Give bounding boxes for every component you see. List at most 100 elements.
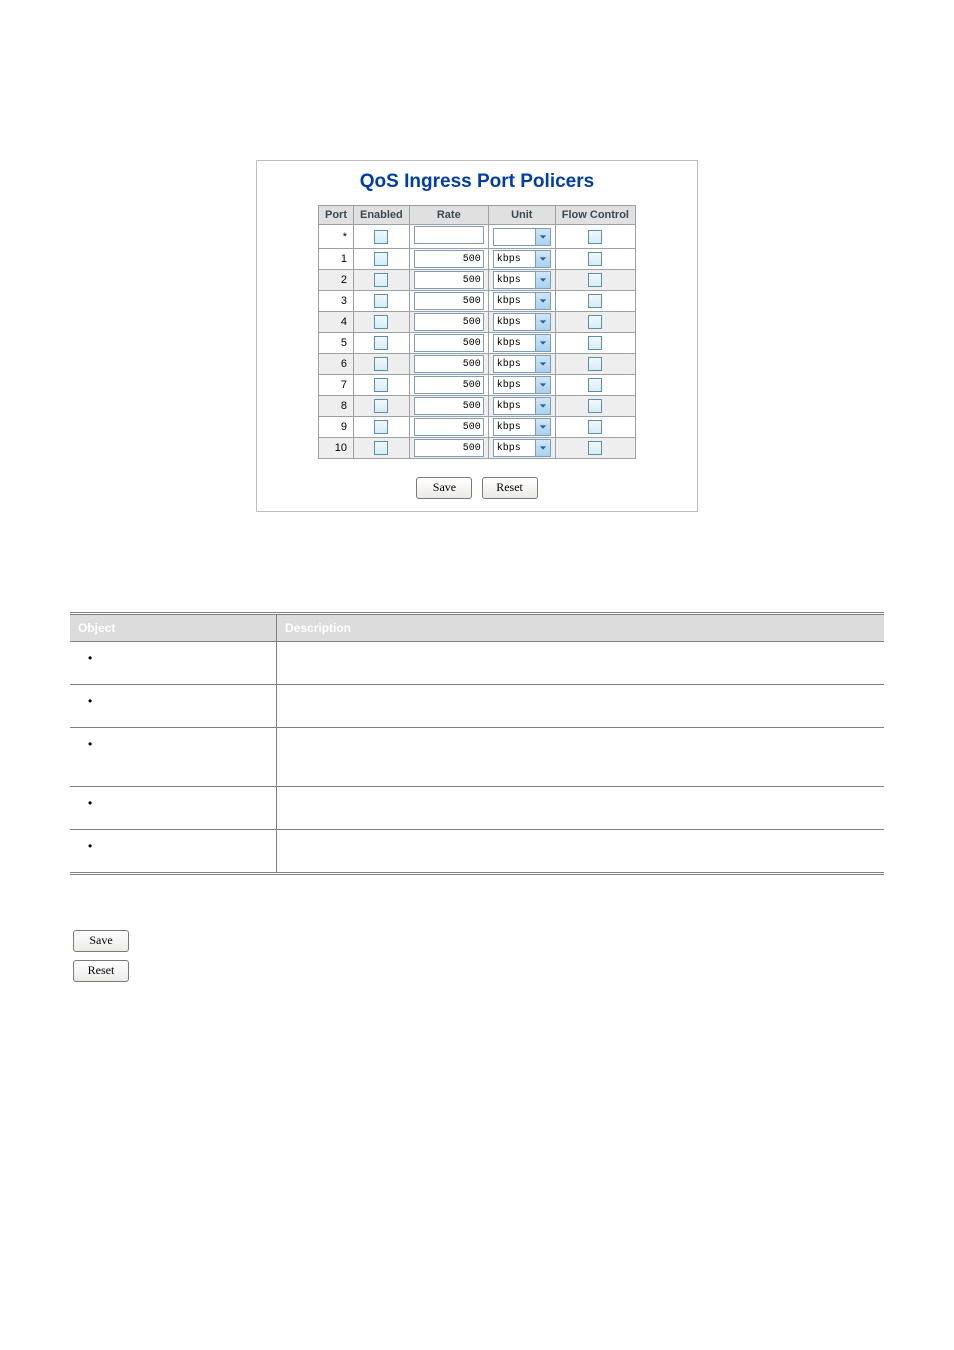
panel-reset-button[interactable]: Reset [482, 477, 538, 499]
enabled-cell [353, 333, 409, 354]
table-row: 8500kbps [318, 396, 635, 417]
port-cell: 7 [318, 375, 353, 396]
figure-label-strong: Figure 4-9-4 [339, 530, 401, 542]
desc-object: Enabled [70, 684, 277, 727]
flowcontrol-checkbox[interactable] [588, 294, 602, 308]
page-number: 153 [864, 1320, 882, 1332]
desc-object: Unit [70, 786, 277, 829]
enabled-checkbox[interactable] [374, 252, 388, 266]
flowcontrol-checkbox[interactable] [588, 420, 602, 434]
enabled-checkbox[interactable] [374, 230, 388, 244]
unit-select[interactable]: kbps [493, 439, 551, 457]
flowcontrol-checkbox[interactable] [588, 441, 602, 455]
enabled-checkbox[interactable] [374, 399, 388, 413]
unit-cell: kbps [488, 312, 555, 333]
desc-object: Rate [70, 727, 277, 786]
unit-cell: kbps [488, 354, 555, 375]
flowcontrol-cell [555, 396, 635, 417]
panel-title: QoS Ingress Port Policers [257, 161, 697, 205]
flowcontrol-checkbox[interactable] [588, 399, 602, 413]
port-cell: 5 [318, 333, 353, 354]
chevron-down-icon [535, 314, 550, 330]
flowcontrol-cell [555, 375, 635, 396]
rate-input[interactable] [414, 226, 484, 244]
rate-input[interactable]: 500 [414, 250, 484, 268]
flowcontrol-checkbox[interactable] [588, 336, 602, 350]
flowcontrol-checkbox[interactable] [588, 273, 602, 287]
desc-row: UnitControls the unit of measure for the… [70, 786, 884, 829]
enabled-checkbox[interactable] [374, 336, 388, 350]
flowcontrol-cell [555, 438, 635, 459]
chevron-down-icon [535, 293, 550, 309]
col-port: Port [318, 206, 353, 225]
desc-row: EnabledControls whether the policer is e… [70, 684, 884, 727]
rate-input[interactable]: 500 [414, 334, 484, 352]
unit-select[interactable]: kbps [493, 271, 551, 289]
chevron-down-icon [535, 398, 550, 414]
table-row: 3500kbps [318, 291, 635, 312]
desc-text: Controls the rate for the policer. The d… [277, 727, 885, 786]
rate-input[interactable]: 500 [414, 355, 484, 373]
flowcontrol-cell [555, 354, 635, 375]
rate-cell: 500 [409, 333, 488, 354]
rate-cell: 500 [409, 438, 488, 459]
rate-input[interactable]: 500 [414, 271, 484, 289]
rate-cell: 500 [409, 396, 488, 417]
enabled-cell [353, 396, 409, 417]
reset-button-line: Reset : Click to undo any changes made l… [70, 960, 884, 982]
unit-select[interactable]: kbps [493, 334, 551, 352]
col-enabled: Enabled [353, 206, 409, 225]
port-cell: 4 [318, 312, 353, 333]
rate-input[interactable]: 500 [414, 313, 484, 331]
col-flowctrl: Flow Control [555, 206, 635, 225]
enabled-checkbox[interactable] [374, 273, 388, 287]
chevron-down-icon [535, 377, 550, 393]
unit-select[interactable]: kbps [493, 376, 551, 394]
flowcontrol-checkbox[interactable] [588, 357, 602, 371]
desc-row: RateControls the rate for the policer. T… [70, 727, 884, 786]
port-cell: 6 [318, 354, 353, 375]
rate-input[interactable]: 500 [414, 439, 484, 457]
panel-save-button[interactable]: Save [416, 477, 472, 499]
table-row: 7 500 kbps [318, 375, 635, 396]
chevron-down-icon [535, 229, 550, 245]
desc-head-object: Object [70, 614, 277, 642]
enabled-checkbox[interactable] [374, 378, 388, 392]
policers-table: Port Enabled Rate Unit Flow Control *150… [318, 205, 636, 459]
rate-cell: 500 [409, 291, 488, 312]
reset-button[interactable]: Reset [73, 960, 129, 982]
save-button[interactable]: Save [73, 930, 129, 952]
flowcontrol-cell [555, 291, 635, 312]
enabled-cell [353, 354, 409, 375]
rate-input[interactable]: 500 [414, 397, 484, 415]
port-cell: 1 [318, 249, 353, 270]
desc-text: Controls the unit of measure for the pol… [277, 786, 885, 829]
screenshot-panel: QoS Ingress Port Policers Port Enabled R… [256, 160, 698, 512]
rate-input[interactable]: 500 [414, 376, 484, 394]
enabled-checkbox[interactable] [374, 420, 388, 434]
col-unit: Unit [488, 206, 555, 225]
unit-select[interactable]: kbps [493, 397, 551, 415]
unit-select[interactable] [493, 228, 551, 246]
flowcontrol-checkbox[interactable] [588, 230, 602, 244]
enabled-checkbox[interactable] [374, 315, 388, 329]
enabled-checkbox[interactable] [374, 441, 388, 455]
unit-select[interactable]: kbps [493, 292, 551, 310]
unit-select[interactable]: kbps [493, 313, 551, 331]
flowcontrol-checkbox[interactable] [588, 315, 602, 329]
save-button-line: Save : Click to save changes. [70, 930, 884, 952]
unit-select[interactable]: kbps [493, 250, 551, 268]
table-row: 1 500 kbps [318, 249, 635, 270]
flowcontrol-checkbox[interactable] [588, 252, 602, 266]
unit-select[interactable]: kbps [493, 355, 551, 373]
unit-cell: kbps [488, 333, 555, 354]
desc-row: Flow ControlIf flow control is enabled a… [70, 829, 884, 873]
rate-input[interactable]: 500 [414, 418, 484, 436]
enabled-checkbox[interactable] [374, 294, 388, 308]
unit-select[interactable]: kbps [493, 418, 551, 436]
flowcontrol-checkbox[interactable] [588, 378, 602, 392]
unit-cell: kbps [488, 396, 555, 417]
enabled-checkbox[interactable] [374, 357, 388, 371]
figure-caption: Figure 4-9-4 QoS Ingress Port Policers p… [0, 530, 954, 542]
rate-input[interactable]: 500 [414, 292, 484, 310]
